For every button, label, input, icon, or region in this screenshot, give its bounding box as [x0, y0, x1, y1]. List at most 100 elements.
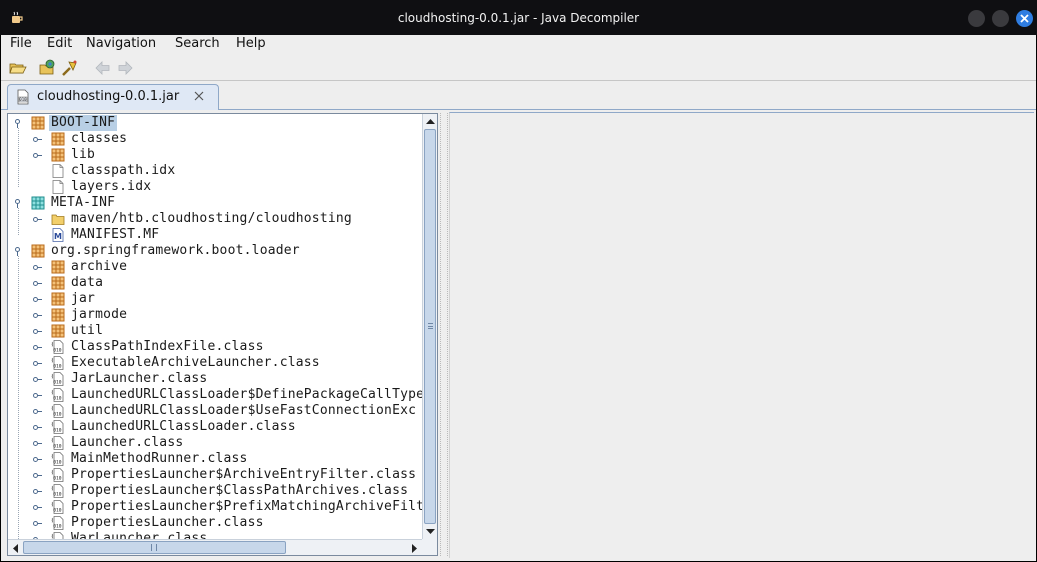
- class-file-icon: 010: [51, 500, 64, 514]
- tree-node[interactable]: classpath.idx: [8, 163, 422, 179]
- collapse-toggle-icon[interactable]: [33, 519, 42, 528]
- back-icon[interactable]: [94, 59, 112, 77]
- scroll-left-icon[interactable]: [12, 544, 19, 553]
- horizontal-scroll-thumb[interactable]: [23, 541, 286, 554]
- tree-node[interactable]: 010 PropertiesLauncher$ArchiveEntryFilter…: [8, 467, 422, 483]
- expand-toggle-icon[interactable]: [13, 199, 22, 208]
- tab-cloudhosting-jar[interactable]: 010 cloudhosting-0.0.1.jar: [7, 84, 219, 110]
- tree-node-label: util: [71, 323, 104, 338]
- class-file-icon: 010: [51, 372, 64, 386]
- open-file-icon[interactable]: [9, 59, 27, 77]
- open-type-icon[interactable]: [39, 59, 57, 77]
- close-window-button[interactable]: [1016, 10, 1033, 27]
- svg-text:010: 010: [53, 492, 62, 498]
- tree-node[interactable]: 010 LaunchedURLClassLoader.class: [8, 419, 422, 435]
- collapse-toggle-icon[interactable]: [33, 391, 42, 400]
- tree-node[interactable]: 010 WarLauncher.class: [8, 531, 422, 539]
- close-tab-icon[interactable]: [194, 91, 204, 101]
- expand-toggle-icon[interactable]: [13, 247, 22, 256]
- tree-node-label: PropertiesLauncher.class: [71, 515, 264, 530]
- tree-node-label: PropertiesLauncher$PrefixMatchingArchive…: [71, 499, 422, 514]
- tree-node[interactable]: jar: [8, 291, 422, 307]
- tree-node[interactable]: jarmode: [8, 307, 422, 323]
- toolbar: [1, 55, 1036, 81]
- tree-node[interactable]: 010 LaunchedURLClassLoader$UseFastConnect…: [8, 403, 422, 419]
- menu-file[interactable]: File: [10, 36, 32, 51]
- tree-node[interactable]: 010 Launcher.class: [8, 435, 422, 451]
- forward-icon[interactable]: [116, 59, 134, 77]
- collapse-toggle-icon[interactable]: [33, 471, 42, 480]
- tree-node[interactable]: 010 PropertiesLauncher.class: [8, 515, 422, 531]
- package-icon: [31, 244, 45, 258]
- vertical-scroll-thumb[interactable]: [424, 129, 436, 524]
- tree-node[interactable]: M MANIFEST.MF: [8, 227, 422, 243]
- class-file-icon: 010: [51, 388, 64, 402]
- file-tree[interactable]: BOOT-INF classes lib classpath.idx layers.id…: [8, 114, 422, 539]
- collapse-toggle-icon[interactable]: [33, 279, 42, 288]
- svg-text:010: 010: [53, 380, 62, 386]
- maximize-button[interactable]: [992, 10, 1009, 27]
- collapse-toggle-icon[interactable]: [33, 407, 42, 416]
- collapse-toggle-icon[interactable]: [33, 423, 42, 432]
- tree-node[interactable]: 010 PropertiesLauncher$PrefixMatchingArch…: [8, 499, 422, 515]
- scroll-down-icon[interactable]: [426, 528, 435, 535]
- collapse-toggle-icon[interactable]: [33, 375, 42, 384]
- menu-edit[interactable]: Edit: [47, 36, 72, 51]
- collapse-toggle-icon[interactable]: [33, 327, 42, 336]
- tree-node-label: data: [71, 275, 104, 290]
- tree-node[interactable]: 010 JarLauncher.class: [8, 371, 422, 387]
- tree-node[interactable]: data: [8, 275, 422, 291]
- tree-node[interactable]: META-INF: [8, 195, 422, 211]
- collapse-toggle-icon[interactable]: [33, 503, 42, 512]
- minimize-button[interactable]: [968, 10, 985, 27]
- expand-toggle-icon[interactable]: [13, 119, 22, 128]
- collapse-toggle-icon[interactable]: [33, 295, 42, 304]
- collapse-toggle-icon[interactable]: [33, 455, 42, 464]
- tree-node[interactable]: 010 LaunchedURLClassLoader$DefinePackageC…: [8, 387, 422, 403]
- split-pane-divider[interactable]: [440, 113, 448, 556]
- collapse-toggle-icon[interactable]: [33, 487, 42, 496]
- grip-icon: [428, 323, 433, 329]
- tree-node[interactable]: layers.idx: [8, 179, 422, 195]
- menu-navigation[interactable]: Navigation: [86, 36, 156, 51]
- collapse-toggle-icon[interactable]: [33, 263, 42, 272]
- search-icon[interactable]: [61, 59, 79, 77]
- scroll-right-icon[interactable]: [411, 544, 418, 553]
- package-icon: [51, 324, 65, 338]
- collapse-toggle-icon[interactable]: [33, 151, 42, 160]
- tree-node-label: LaunchedURLClassLoader.class: [71, 419, 296, 434]
- collapse-toggle-icon[interactable]: [33, 359, 42, 368]
- tree-node[interactable]: archive: [8, 259, 422, 275]
- tree-node[interactable]: lib: [8, 147, 422, 163]
- main-frame: File Edit Navigation Search Help 010 clo…: [1, 35, 1036, 561]
- class-file-icon: 010: [51, 452, 64, 466]
- tree-node[interactable]: maven/htb.cloudhosting/cloudhosting: [8, 211, 422, 227]
- tree-node-label: PropertiesLauncher$ArchiveEntryFilter.cl…: [71, 467, 417, 482]
- vertical-scrollbar[interactable]: [422, 114, 437, 539]
- tree-node[interactable]: 010 MainMethodRunner.class: [8, 451, 422, 467]
- tree-node[interactable]: util: [8, 323, 422, 339]
- tree-node[interactable]: 010 ExecutableArchiveLauncher.class: [8, 355, 422, 371]
- window-titlebar[interactable]: cloudhosting-0.0.1.jar - Java Decompiler: [0, 0, 1037, 35]
- svg-text:010: 010: [53, 476, 62, 482]
- collapse-toggle-icon[interactable]: [33, 311, 42, 320]
- collapse-toggle-icon[interactable]: [33, 135, 42, 144]
- tree-node-label: archive: [71, 259, 128, 274]
- package-icon: [51, 292, 65, 306]
- scroll-corner: [422, 539, 437, 555]
- menu-search[interactable]: Search: [175, 36, 220, 51]
- svg-text:M: M: [54, 232, 62, 241]
- collapse-toggle-icon[interactable]: [33, 439, 42, 448]
- tree-node[interactable]: classes: [8, 131, 422, 147]
- tree-node[interactable]: 010 ClassPathIndexFile.class: [8, 339, 422, 355]
- menu-help[interactable]: Help: [236, 36, 266, 51]
- collapse-toggle-icon[interactable]: [33, 215, 42, 224]
- collapse-toggle-icon[interactable]: [33, 343, 42, 352]
- tree-node[interactable]: 010 PropertiesLauncher$ClassPathArchives.…: [8, 483, 422, 499]
- horizontal-scrollbar[interactable]: [8, 539, 422, 555]
- tree-node[interactable]: BOOT-INF: [8, 115, 422, 131]
- scroll-up-icon[interactable]: [426, 118, 435, 125]
- svg-text:010: 010: [53, 444, 62, 450]
- tree-node[interactable]: org.springframework.boot.loader: [8, 243, 422, 259]
- tree-node-label: jarmode: [71, 307, 128, 322]
